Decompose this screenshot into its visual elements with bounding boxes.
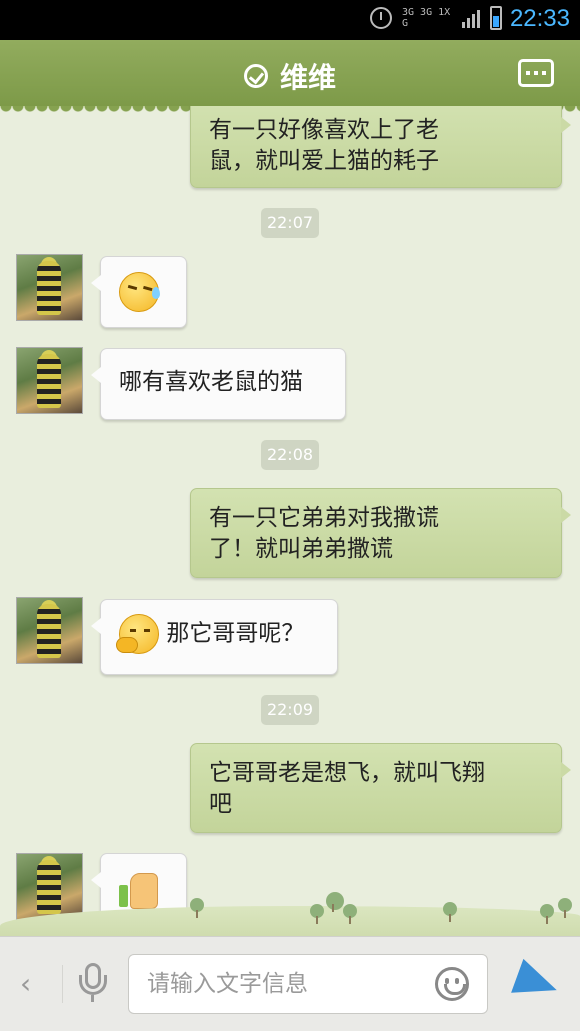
network-type-icon: 3G 3G 1X G [402,7,451,29]
message-outgoing[interactable]: 它哥哥老是想飞，就叫飞翔 吧 [190,743,571,833]
tree-decoration [190,898,204,918]
check-circle-icon [243,64,268,88]
message-text: 那它哥哥呢？ [166,620,305,647]
input-bar: ‹ [0,936,580,1031]
timestamp: 22:09 [261,695,319,725]
avatar[interactable] [16,597,83,664]
status-bar: 3G 3G 1X G 22:33 [0,0,580,40]
more-menu-button[interactable] [518,59,554,87]
message-text: 有一只它弟弟对我撒谎 [209,505,439,531]
message-text: 它哥哥老是想飞，就叫飞翔 [209,760,485,786]
message-input[interactable] [129,955,409,1013]
page-title: 维维 [279,61,336,94]
avatar[interactable] [16,254,83,321]
message-incoming[interactable]: 那它哥哥呢？ [91,599,338,675]
chat-header: 维维 [0,40,580,112]
tree-decoration [343,904,357,924]
message-text: 哪有喜欢老鼠的猫 [119,369,303,395]
avatar[interactable] [16,853,83,920]
send-button[interactable] [511,958,563,1008]
divider [62,965,63,1003]
status-icons: 3G 3G 1X G [370,6,502,30]
grass-decoration [0,906,580,936]
message-incoming[interactable]: 哪有喜欢老鼠的猫 [91,348,346,420]
message-text: 吧 [209,791,232,817]
tree-decoration [443,902,457,922]
message-outgoing[interactable]: 有一只它弟弟对我撒谎 了！就叫弟弟撒谎 [190,488,571,578]
battery-icon [490,6,502,30]
message-outgoing[interactable]: 有一只好像喜欢上了老 鼠，就叫爱上猫的耗子 [190,106,571,188]
avatar[interactable] [16,347,83,414]
message-incoming[interactable] [91,256,187,328]
title-wrap: 维维 [0,56,580,96]
alarm-icon [370,7,392,29]
message-input-box[interactable] [128,954,488,1014]
emoji-picker-button[interactable] [435,967,469,1001]
thinking-face-emoji [116,614,159,654]
thumbs-up-emoji [119,869,159,909]
message-text: 了！就叫弟弟撒谎 [209,536,393,562]
tree-decoration [326,892,344,912]
tree-decoration [558,898,572,918]
sweat-face-emoji [119,272,160,312]
microphone-button[interactable] [78,963,108,1003]
tree-decoration [310,904,324,924]
back-button[interactable]: ‹ [20,967,31,1000]
message-text: 鼠，就叫爱上猫的耗子 [209,148,439,174]
chat-list[interactable]: 有一只好像喜欢上了老 鼠，就叫爱上猫的耗子 22:07 哪有喜欢老鼠的猫 22:… [0,106,580,936]
tree-decoration [540,904,554,924]
message-text: 有一只好像喜欢上了老 [209,117,439,143]
timestamp: 22:07 [261,208,319,238]
signal-icon [462,8,480,28]
timestamp: 22:08 [261,440,319,470]
status-clock: 22:33 [509,5,570,32]
